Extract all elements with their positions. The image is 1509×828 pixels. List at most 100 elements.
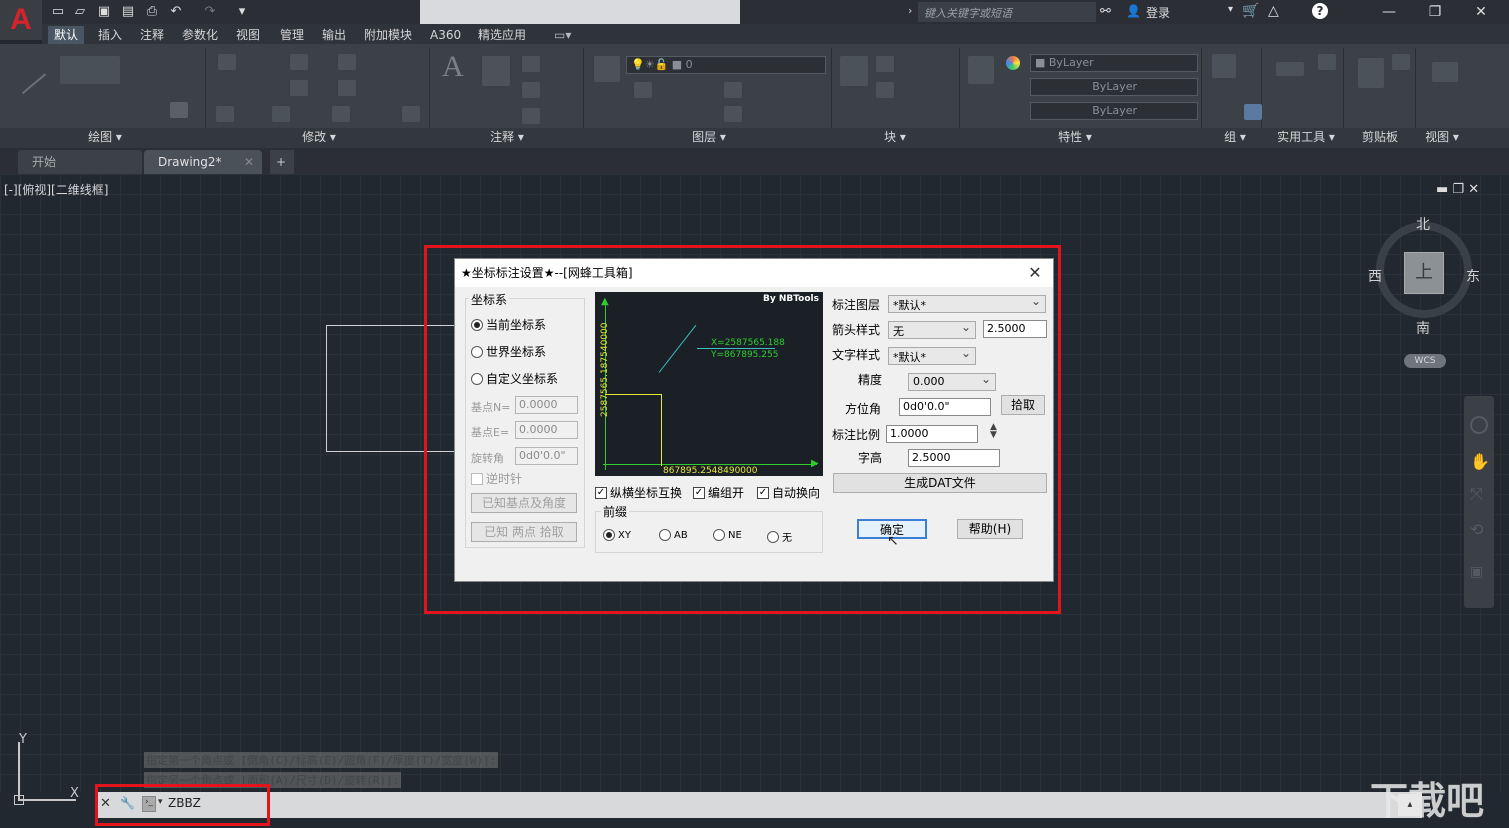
stretch-icon[interactable] xyxy=(216,106,234,122)
viewcube-top-face[interactable]: 上 xyxy=(1404,252,1444,294)
panel-label-clipboard[interactable]: 剪贴板 xyxy=(1350,128,1410,146)
panel-label-view[interactable]: 视图 ▾ xyxy=(1412,128,1472,146)
close-window-button[interactable]: ✕ xyxy=(1458,0,1504,24)
linear-dim-icon[interactable] xyxy=(522,56,540,72)
scale-spinner-icon[interactable]: ▲ ▼ xyxy=(990,423,997,440)
binoculars-icon[interactable]: ⚯ xyxy=(1100,4,1111,19)
app-menu-button[interactable]: A xyxy=(0,0,42,40)
ribbon-options-icon[interactable]: ▭▾ xyxy=(548,26,577,44)
redo-icon[interactable]: ↷ xyxy=(200,3,220,21)
cart-icon[interactable]: 🛒 xyxy=(1242,3,1259,19)
radio-prefix-ne[interactable]: NE xyxy=(713,529,742,541)
layer-tool-icon[interactable] xyxy=(634,82,652,98)
ribbon-tab-manage[interactable]: 管理 xyxy=(274,26,310,44)
orbit-icon[interactable]: ⟲ xyxy=(1470,520,1483,539)
save-icon[interactable]: ▣ xyxy=(94,3,114,21)
erase-icon[interactable] xyxy=(402,106,420,122)
radio-prefix-none[interactable]: 无 xyxy=(767,529,792,544)
text-style-select[interactable]: *默认* xyxy=(888,346,976,365)
panel-label-draw[interactable]: 绘图 ▾ xyxy=(60,128,150,146)
new-file-icon[interactable]: ▭ xyxy=(48,3,68,21)
help-icon[interactable]: ? xyxy=(1312,3,1328,19)
measure-icon[interactable] xyxy=(1276,62,1304,76)
showmotion-icon[interactable]: ▣ xyxy=(1470,564,1483,580)
layer-dropdown[interactable]: 💡☀🔓 ■ 0 xyxy=(626,56,826,74)
panel-label-groups[interactable]: 组 ▾ xyxy=(1210,128,1260,146)
match-layer-icon[interactable] xyxy=(724,106,742,122)
dimension-icon[interactable] xyxy=(482,56,510,86)
cut-icon[interactable] xyxy=(1392,54,1410,70)
wcs-menu[interactable]: WCS xyxy=(1404,354,1446,368)
generate-dat-button[interactable]: 生成DAT文件 xyxy=(833,473,1047,493)
steering-wheel-icon[interactable] xyxy=(1470,416,1488,434)
restore-button[interactable]: ❐ xyxy=(1412,0,1458,24)
radio-custom-ucs[interactable]: 自定义坐标系 xyxy=(471,370,558,387)
line-tool-icon[interactable] xyxy=(3,51,47,95)
text-height-input[interactable]: 2.5000 xyxy=(908,449,1000,467)
set-current-icon[interactable] xyxy=(724,82,742,98)
command-line[interactable]: ✕ 🔧 ›_ ▾ ZBBZ xyxy=(96,792,1422,818)
ccw-checkbox[interactable]: 逆时针 xyxy=(471,470,522,487)
edit-block-icon[interactable] xyxy=(876,82,894,98)
viewport-window-controls[interactable]: ▬ ❐ ✕ xyxy=(1436,182,1479,197)
panel-label-utilities[interactable]: 实用工具 ▾ xyxy=(1266,128,1346,146)
azimuth-input[interactable]: 0d0'0.0" xyxy=(899,398,991,416)
panel-label-properties[interactable]: 特性 ▾ xyxy=(1030,128,1120,146)
save-as-icon[interactable]: ▤ xyxy=(118,3,138,21)
base-e-input[interactable]: 0.0000 xyxy=(515,421,578,439)
paste-icon[interactable] xyxy=(1358,58,1384,88)
hatch-icon[interactable] xyxy=(170,102,188,118)
panel-label-modify[interactable]: 修改 ▾ xyxy=(274,128,364,146)
chevron-down-icon[interactable]: ▾ xyxy=(1228,4,1233,15)
match-properties-icon[interactable] xyxy=(968,56,994,84)
zoom-extents-icon[interactable]: ⤧ xyxy=(1470,484,1483,504)
create-block-icon[interactable] xyxy=(876,56,894,72)
precision-select[interactable]: 0.000 xyxy=(908,372,996,391)
panel-label-layers[interactable]: 图层 ▾ xyxy=(664,128,754,146)
pan-icon[interactable]: ✋ xyxy=(1470,452,1490,471)
print-icon[interactable]: ⎙ xyxy=(142,3,162,21)
table-icon[interactable] xyxy=(522,108,540,124)
rotation-input[interactable]: 0d0'0.0" xyxy=(515,447,578,465)
fillet-icon[interactable] xyxy=(290,80,308,96)
swap-xy-checkbox[interactable]: ✓ 纵横坐标互换 xyxy=(595,484,682,501)
compass-west[interactable]: 西 xyxy=(1368,266,1382,286)
color-wheel-icon[interactable] xyxy=(1006,56,1020,70)
viewport-controls-label[interactable]: [-][俯视][二维线框] xyxy=(4,181,108,198)
ribbon-tab-a360[interactable]: A360 xyxy=(424,26,467,44)
ribbon-tab-view[interactable]: 视图 xyxy=(230,26,266,44)
quick-access-dropdown-icon[interactable]: ▾ xyxy=(232,3,252,21)
minimize-button[interactable]: — xyxy=(1366,0,1412,24)
close-tab-icon[interactable]: ✕ xyxy=(244,150,254,174)
radio-prefix-ab[interactable]: AB xyxy=(659,529,688,541)
id-point-icon[interactable] xyxy=(1318,54,1336,70)
ribbon-tab-annotate[interactable]: 注释 xyxy=(134,26,170,44)
ribbon-tab-insert[interactable]: 插入 xyxy=(92,26,128,44)
linetype-dropdown[interactable]: ByLayer xyxy=(1030,78,1198,96)
ribbon-tab-addins[interactable]: 附加模块 xyxy=(358,26,418,44)
group-icon[interactable] xyxy=(1212,54,1236,78)
ribbon-tab-output[interactable]: 输出 xyxy=(316,26,352,44)
layer-properties-icon[interactable] xyxy=(594,56,620,82)
a360-icon[interactable]: △ xyxy=(1268,3,1279,19)
color-dropdown[interactable]: ■ ByLayer xyxy=(1030,54,1198,72)
chevron-right-icon[interactable]: › xyxy=(908,4,912,17)
group-on-checkbox[interactable]: ✓ 编组开 xyxy=(693,484,744,501)
panel-label-block[interactable]: 块 ▾ xyxy=(850,128,940,146)
ribbon-tab-parametric[interactable]: 参数化 xyxy=(176,26,224,44)
scale-icon[interactable] xyxy=(272,106,290,122)
radio-prefix-xy[interactable]: XY xyxy=(603,529,631,541)
lineweight-dropdown[interactable]: ByLayer xyxy=(1030,102,1198,120)
ribbon-tab-default[interactable]: 默认 xyxy=(48,26,85,44)
ribbon-tab-featured[interactable]: 精选应用 xyxy=(472,26,532,44)
move-icon[interactable] xyxy=(218,54,236,70)
insert-block-icon[interactable] xyxy=(840,56,868,86)
two-point-pick-button[interactable]: 已知 两点 拾取 xyxy=(471,522,577,542)
base-n-input[interactable]: 0.0000 xyxy=(515,396,578,414)
copy-icon[interactable] xyxy=(338,80,356,96)
array-icon[interactable] xyxy=(332,106,350,122)
dialog-close-button[interactable]: ✕ xyxy=(1025,263,1045,283)
panel-label-annotation[interactable]: 注释 ▾ xyxy=(462,128,552,146)
auto-direction-checkbox[interactable]: ✓ 自动换向 xyxy=(757,484,820,501)
trim-icon[interactable] xyxy=(338,54,356,70)
